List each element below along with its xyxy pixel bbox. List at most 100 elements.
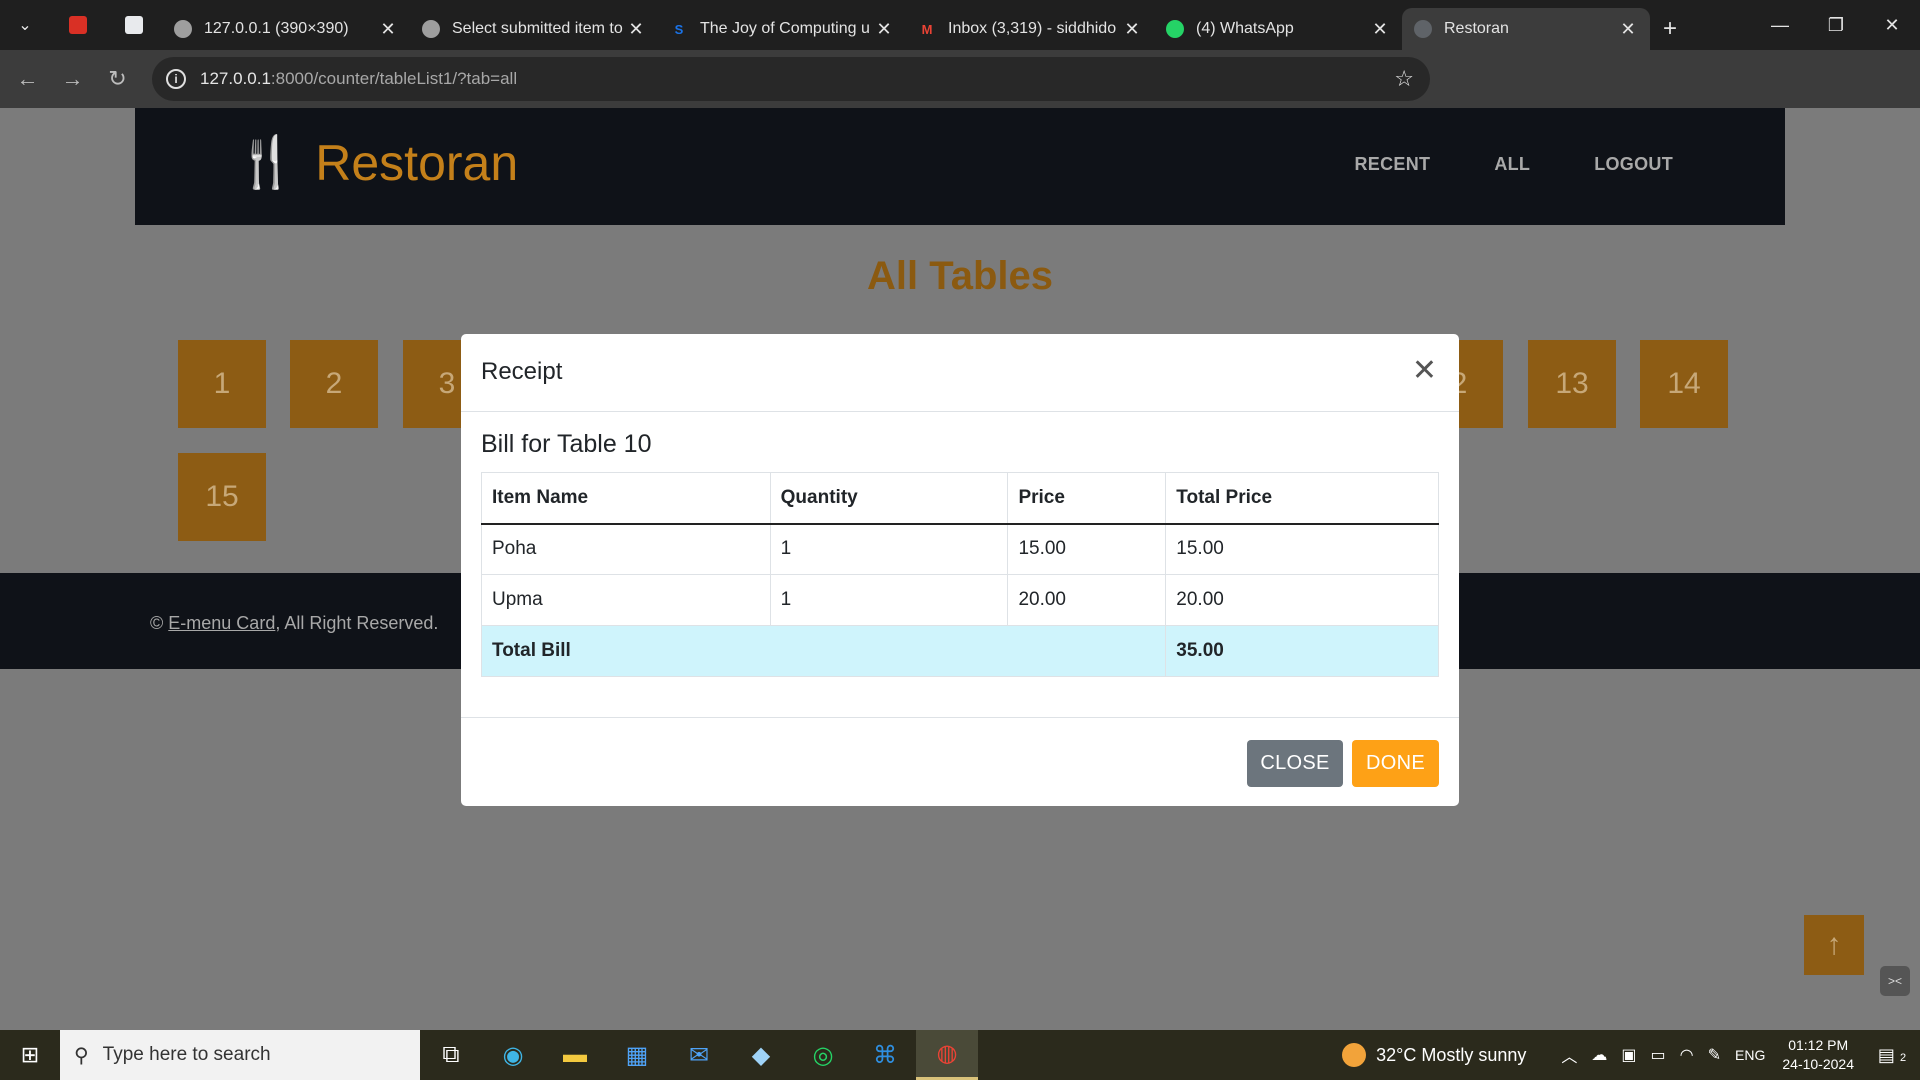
clock[interactable]: 01:12 PM 24-10-2024: [1782, 1036, 1854, 1074]
reload-icon[interactable]: ↻: [95, 57, 140, 102]
gmail-icon: M: [921, 21, 933, 37]
close-button[interactable]: CLOSE: [1247, 740, 1343, 787]
search-icon: ⚲: [74, 1044, 89, 1067]
task-view-icon[interactable]: ⧉: [420, 1030, 482, 1080]
total-value: 35.00: [1165, 625, 1439, 677]
file-explorer-icon[interactable]: ▬: [544, 1030, 606, 1080]
cloud-icon[interactable]: ☁: [1591, 1045, 1607, 1065]
address-bar[interactable]: i 127.0.0.1:8000/counter/tableList1/?tab…: [152, 57, 1430, 101]
browser-tab[interactable]: M Inbox (3,319) - siddhido ✕: [906, 8, 1154, 50]
url-path: :8000/counter/tableList1/?tab=all: [270, 69, 518, 88]
item-name-cell: Upma: [481, 574, 771, 626]
table-button[interactable]: 13: [1528, 340, 1616, 428]
swayam-icon: S: [674, 21, 684, 37]
tab-close-icon[interactable]: ✕: [378, 19, 398, 40]
new-tab-button[interactable]: +: [1650, 8, 1690, 50]
chrome-icon[interactable]: ◍: [916, 1030, 978, 1080]
total-row: Total Bill 35.00: [480, 625, 1439, 677]
vscode-icon[interactable]: ⌘: [854, 1030, 916, 1080]
pinned-tab-docs[interactable]: [106, 0, 162, 50]
bookmark-star-icon[interactable]: ☆: [1394, 66, 1414, 92]
done-button[interactable]: DONE: [1352, 740, 1439, 787]
browser-tab[interactable]: 127.0.0.1 (390×390) ✕: [162, 8, 410, 50]
bill-title: Bill for Table 10: [481, 430, 652, 458]
table-button[interactable]: 2: [290, 340, 378, 428]
modal-close-icon[interactable]: ✕: [1412, 356, 1437, 386]
taskbar-search-box[interactable]: ⚲ Type here to search: [60, 1030, 420, 1080]
total-price-cell: 15.00: [1165, 523, 1439, 575]
quantity-cell: 1: [769, 523, 1009, 575]
tab-close-icon[interactable]: ✕: [874, 19, 894, 40]
receipt-modal: Receipt ✕ Bill for Table 10 Item Name Qu…: [461, 334, 1459, 806]
table-button[interactable]: 15: [178, 453, 266, 541]
side-widget-icon[interactable]: ><: [1880, 966, 1910, 996]
table-button[interactable]: 1: [178, 340, 266, 428]
tab-search-chevron-icon[interactable]: ⌄: [0, 0, 50, 50]
close-window-icon[interactable]: ✕: [1864, 0, 1920, 50]
modal-header: Receipt ✕: [461, 334, 1459, 412]
modal-title: Receipt: [481, 358, 563, 385]
url-host: 127.0.0.1: [200, 69, 271, 88]
globe-icon: [422, 20, 440, 38]
language-indicator[interactable]: ENG: [1735, 1047, 1765, 1063]
nav-recent[interactable]: RECENT: [1355, 154, 1431, 175]
wifi-icon[interactable]: ◠: [1680, 1045, 1694, 1065]
scroll-to-top-button[interactable]: ↑: [1804, 915, 1864, 975]
search-placeholder: Type here to search: [102, 1044, 271, 1065]
nav-all[interactable]: ALL: [1494, 154, 1530, 175]
mail-icon[interactable]: ✉: [668, 1030, 730, 1080]
browser-tab[interactable]: Select submitted item to ✕: [410, 8, 658, 50]
column-header: Total Price: [1165, 472, 1439, 525]
tab-close-icon[interactable]: ✕: [1618, 19, 1638, 40]
nav-logout[interactable]: LOGOUT: [1594, 154, 1673, 175]
pinned-tab-pdf[interactable]: [50, 0, 106, 50]
browser-tab[interactable]: (4) WhatsApp ✕: [1154, 8, 1402, 50]
windows-taskbar: ⊞ ⚲ Type here to search ⧉ ◉ ▬ ▦ ✉ ◆ ◎ ⌘ …: [0, 1030, 1920, 1080]
tab-title: Inbox (3,319) - siddhido: [948, 20, 1117, 37]
store-icon[interactable]: ▦: [606, 1030, 668, 1080]
chevron-up-icon[interactable]: ︿: [1561, 1043, 1577, 1067]
browser-tab-active[interactable]: Restoran ✕: [1402, 8, 1650, 50]
minimize-icon[interactable]: —: [1752, 0, 1808, 50]
clock-date: 24-10-2024: [1782, 1056, 1854, 1072]
battery-icon[interactable]: ▭: [1651, 1045, 1666, 1065]
browser-tab[interactable]: S The Joy of Computing u ✕: [658, 8, 906, 50]
tab-close-icon[interactable]: ✕: [1370, 19, 1390, 40]
cutlery-icon: 🍴: [235, 134, 298, 190]
system-tray: 32°C Mostly sunny ︿ ☁ ▣ ▭ ◠ ✎ ENG 01:12 …: [1342, 1030, 1920, 1080]
notification-icon: ▤: [1877, 1044, 1895, 1065]
footer-suffix: , All Right Reserved.: [275, 613, 439, 633]
site-header: 🍴 Restoran RECENT ALL LOGOUT: [135, 108, 1785, 225]
footer-link[interactable]: E-menu Card: [168, 613, 275, 633]
notification-count: 2: [1899, 1051, 1907, 1064]
pen-icon[interactable]: ✎: [1708, 1045, 1721, 1065]
site-info-icon[interactable]: i: [166, 69, 186, 89]
globe-icon: [1414, 20, 1432, 38]
table-button[interactable]: 14: [1640, 340, 1728, 428]
quantity-cell: 1: [769, 574, 1009, 626]
whatsapp-icon[interactable]: ◎: [792, 1030, 854, 1080]
document-icon: [125, 16, 143, 34]
brand-name: Restoran: [315, 134, 519, 191]
main-nav: RECENT ALL LOGOUT: [1355, 154, 1674, 175]
restore-icon[interactable]: ❐: [1808, 0, 1864, 50]
window-controls: — ❐ ✕: [1752, 0, 1920, 50]
table-row: Poha 1 15.00 15.00: [481, 523, 1439, 575]
notification-center[interactable]: ▤ 2: [1872, 1045, 1912, 1066]
back-icon[interactable]: ←: [5, 57, 50, 102]
brand-logo[interactable]: 🍴 Restoran: [235, 133, 518, 192]
column-header: Price: [1007, 472, 1167, 525]
windows-start-icon[interactable]: ⊞: [0, 1030, 60, 1080]
tab-close-icon[interactable]: ✕: [626, 19, 646, 40]
table-header-row: Item Name Quantity Price Total Price: [481, 472, 1439, 525]
total-label: Total Bill: [480, 625, 1167, 677]
edge-icon[interactable]: ◉: [482, 1030, 544, 1080]
tab-close-icon[interactable]: ✕: [1122, 19, 1142, 40]
forward-icon[interactable]: →: [50, 57, 95, 102]
weather-widget[interactable]: 32°C Mostly sunny: [1342, 1043, 1526, 1067]
sun-icon: [1342, 1043, 1367, 1067]
notes-icon[interactable]: ◆: [730, 1030, 792, 1080]
browser-tab-bar: ⌄ 127.0.0.1 (390×390) ✕ Select submitted…: [0, 0, 1920, 50]
meet-icon[interactable]: ▣: [1621, 1045, 1636, 1065]
whatsapp-icon: [1166, 20, 1184, 38]
